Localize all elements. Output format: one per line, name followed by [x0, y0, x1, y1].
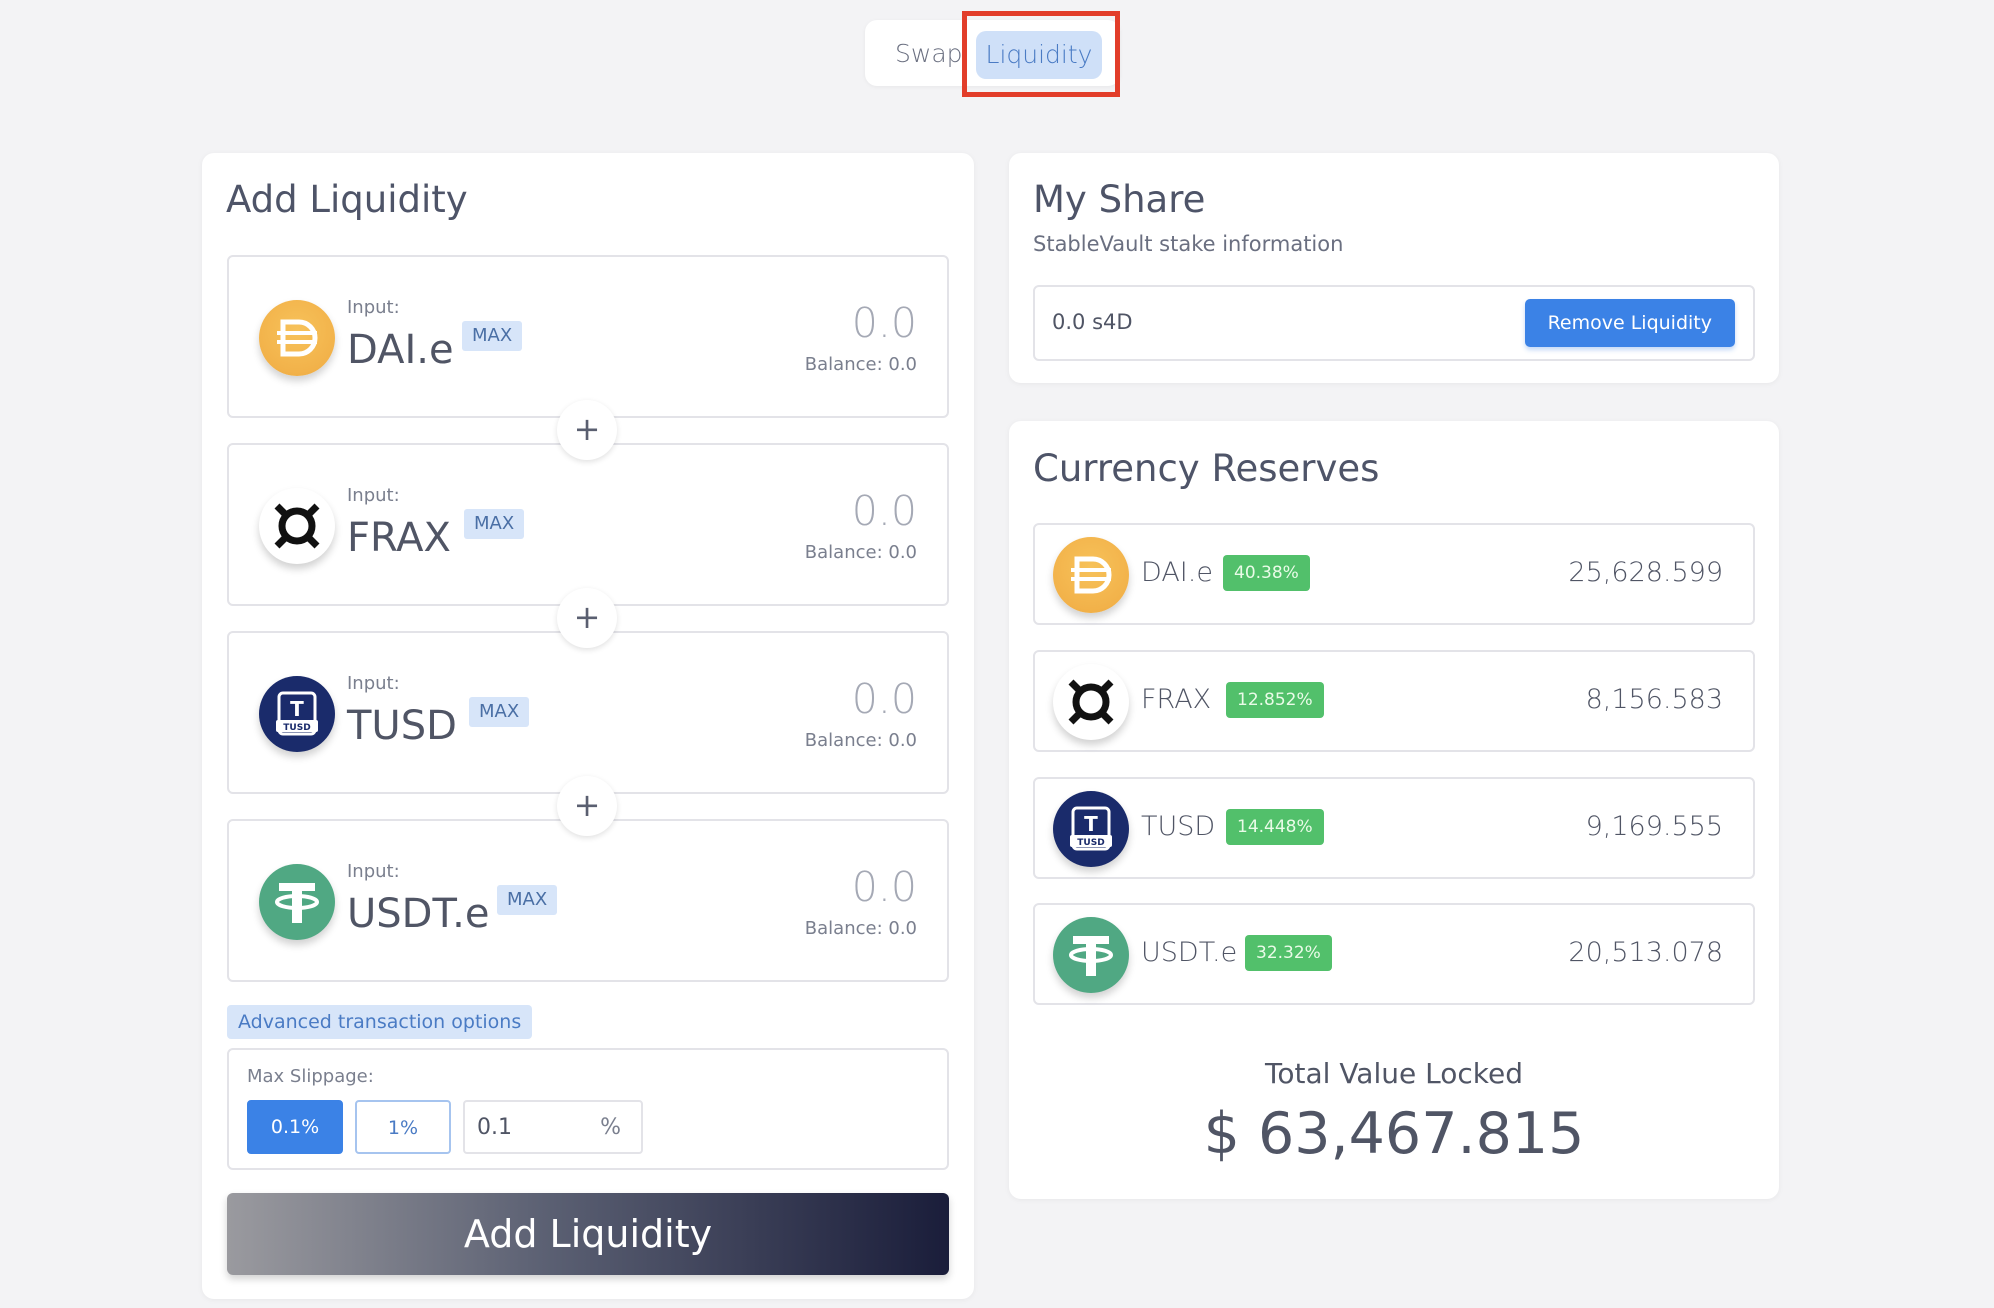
reserve-token: TUSD — [1141, 811, 1216, 842]
page-tabs: Swap Liquidity — [865, 20, 1120, 86]
amount-input[interactable]: 0.0 — [852, 863, 917, 911]
svg-text:TUSD: TUSD — [1077, 838, 1104, 848]
currency-reserves-card: Currency Reserves DAI.e 40.38% 25,628.59… — [1009, 421, 1779, 1199]
share-value: 0.0 s4D — [1052, 310, 1133, 334]
token-name: TUSD — [347, 703, 457, 749]
input-label: Input: — [347, 673, 400, 694]
frax-icon — [1053, 664, 1129, 740]
remove-liquidity-button[interactable]: Remove Liquidity — [1524, 299, 1735, 347]
reserve-amount: 8,156.583 — [1585, 684, 1723, 715]
reserve-percent-badge: 14.448% — [1226, 809, 1324, 845]
advanced-options-link[interactable]: Advanced transaction options — [227, 1005, 533, 1039]
reserve-token: USDT.e — [1141, 937, 1238, 968]
my-share-subtitle: StableVault stake information — [1033, 232, 1344, 256]
reserve-amount: 20,513.078 — [1568, 937, 1723, 968]
usdt-icon — [259, 864, 335, 940]
reserves-title: Currency Reserves — [1033, 447, 1380, 490]
reserve-percent-badge: 12.852% — [1226, 682, 1324, 718]
token-input-tusd: T TUSD Input: TUSD MAX 0.0 Balance: 0.0 — [227, 631, 949, 794]
token-name: USDT.e — [347, 891, 490, 937]
my-share-card: My Share StableVault stake information 0… — [1009, 153, 1779, 383]
balance-text: Balance: 0.0 — [804, 730, 917, 751]
tab-liquidity[interactable]: Liquidity — [976, 31, 1102, 79]
balance-text: Balance: 0.0 — [804, 354, 917, 375]
reserve-row-dai: DAI.e 40.38% 25,628.599 — [1033, 523, 1755, 625]
frax-icon — [259, 488, 335, 564]
plus-icon: + — [557, 776, 617, 836]
tusd-icon: T TUSD — [259, 676, 335, 752]
reserve-row-frax: FRAX 12.852% 8,156.583 — [1033, 650, 1755, 752]
token-input-usdt: Input: USDT.e MAX 0.0 Balance: 0.0 — [227, 819, 949, 982]
token-input-dai: Input: DAI.e MAX 0.0 Balance: 0.0 — [227, 255, 949, 418]
reserve-token: DAI.e — [1141, 557, 1213, 588]
max-button[interactable]: MAX — [497, 885, 558, 915]
add-liquidity-card: Add Liquidity Input: DAI.e MAX 0.0 Balan… — [202, 153, 974, 1299]
my-share-title: My Share — [1033, 178, 1206, 221]
max-button[interactable]: MAX — [464, 509, 525, 539]
token-name: FRAX — [347, 515, 451, 561]
percent-unit: % — [600, 1115, 621, 1140]
slippage-label: Max Slippage: — [247, 1066, 374, 1087]
input-label: Input: — [347, 861, 400, 882]
reserve-amount: 25,628.599 — [1568, 557, 1723, 588]
input-label: Input: — [347, 297, 400, 318]
slippage-custom-input[interactable]: 0.1 % — [463, 1100, 643, 1154]
plus-icon: + — [557, 400, 617, 460]
tusd-icon: T TUSD — [1053, 791, 1129, 867]
slippage-box: Max Slippage: 0.1% 1% 0.1 % — [227, 1048, 949, 1170]
balance-text: Balance: 0.0 — [804, 918, 917, 939]
tvl-value: $ 63,467.815 — [1203, 1101, 1585, 1167]
slippage-custom-value: 0.1 — [477, 1115, 512, 1140]
tab-swap[interactable]: Swap — [895, 34, 963, 74]
slippage-option-1[interactable]: 1% — [355, 1100, 451, 1154]
dai-icon — [1053, 537, 1129, 613]
amount-input[interactable]: 0.0 — [852, 675, 917, 723]
tvl-label: Total Value Locked — [1265, 1057, 1523, 1090]
reserve-row-usdt: USDT.e 32.32% 20,513.078 — [1033, 903, 1755, 1005]
reserve-token: FRAX — [1141, 684, 1212, 715]
amount-input[interactable]: 0.0 — [852, 487, 917, 535]
input-label: Input: — [347, 485, 400, 506]
amount-input[interactable]: 0.0 — [852, 299, 917, 347]
max-button[interactable]: MAX — [462, 321, 523, 351]
slippage-option-0-1[interactable]: 0.1% — [247, 1100, 343, 1154]
max-button[interactable]: MAX — [469, 697, 530, 727]
token-name: DAI.e — [347, 327, 454, 373]
token-input-frax: Input: FRAX MAX 0.0 Balance: 0.0 — [227, 443, 949, 606]
reserve-row-tusd: T TUSD TUSD 14.448% 9,169.555 — [1033, 777, 1755, 879]
plus-icon: + — [557, 588, 617, 648]
reserve-percent-badge: 32.32% — [1245, 935, 1332, 971]
dai-icon — [259, 300, 335, 376]
usdt-icon — [1053, 917, 1129, 993]
balance-text: Balance: 0.0 — [804, 542, 917, 563]
svg-text:T: T — [1084, 812, 1098, 836]
reserve-percent-badge: 40.38% — [1223, 555, 1310, 591]
svg-text:TUSD: TUSD — [283, 723, 310, 733]
reserve-amount: 9,169.555 — [1585, 811, 1723, 842]
share-box: 0.0 s4D Remove Liquidity — [1033, 285, 1755, 361]
add-liquidity-button[interactable]: Add Liquidity — [227, 1193, 949, 1275]
add-liquidity-title: Add Liquidity — [226, 178, 468, 221]
svg-text:T: T — [290, 697, 304, 721]
